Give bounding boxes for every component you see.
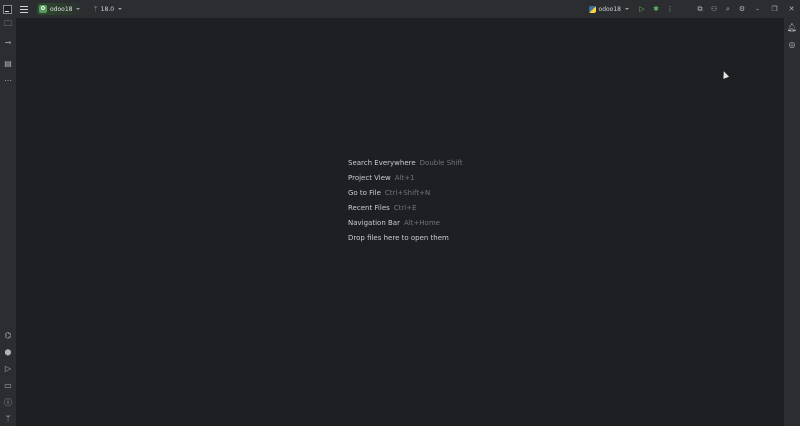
hint-recent-files: Recent Files Ctrl+E [348, 201, 463, 216]
project-badge: O [39, 5, 47, 13]
python-icon [588, 5, 596, 13]
hint-shortcut: Alt+1 [394, 174, 415, 182]
drop-files-label: Drop files here to open them [348, 234, 449, 242]
problems-icon[interactable]: ⓘ [0, 395, 16, 409]
project-widget[interactable]: O odoo18 [37, 3, 86, 15]
run-config-name: odoo18 [598, 5, 621, 13]
hint-shortcut: Alt+Home [403, 219, 440, 227]
title-bar: O odoo18 ᛘ 18.0 odoo18 ▷ ✱ ⋮ ⧉ ⚇ ⌕ ⚙ – ❐… [0, 0, 800, 18]
hint-label: Search Everywhere [348, 159, 416, 167]
terminal-icon[interactable]: ▭ [0, 378, 16, 392]
left-tool-strip: 🗀 ⊸ ▤ ⋯ ⌬ ⬢ ▷ ▭ ⓘ ᛘ [0, 18, 16, 426]
commit-icon[interactable]: ⊸ [0, 35, 16, 49]
hint-project-view: Project View Alt+1 [348, 171, 463, 186]
run-configuration-widget[interactable]: odoo18 [588, 5, 629, 13]
chevron-down-icon [76, 8, 81, 10]
code-with-me-icon[interactable]: ⧉ [693, 0, 707, 18]
notifications-icon[interactable]: 🔔︎ [784, 20, 800, 34]
run-tool-icon[interactable]: ▷ [0, 361, 16, 375]
hint-label: Go to File [348, 189, 381, 197]
hint-label: Navigation Bar [348, 219, 400, 227]
hint-search-everywhere: Search Everywhere Double Shift [348, 156, 463, 171]
more-vertical-icon[interactable]: ⋮ [663, 0, 677, 18]
git-icon[interactable]: ᛘ [0, 411, 16, 425]
branch-name: 18.0 [100, 5, 115, 13]
vcs-branch-widget[interactable]: ᛘ 18.0 [93, 5, 123, 13]
bug-icon[interactable]: ✱ [649, 0, 663, 18]
app-logo-icon [3, 4, 12, 14]
minimize-icon[interactable]: – [749, 0, 766, 18]
search-icon[interactable]: ⌕ [721, 0, 735, 18]
branch-icon: ᛘ [93, 5, 98, 13]
chevron-down-icon [118, 8, 123, 10]
right-tool-strip: 🔔︎ ◎ [784, 18, 800, 426]
hint-shortcut: Double Shift [419, 159, 463, 167]
hamburger-icon[interactable] [20, 5, 28, 13]
close-icon[interactable]: ✕ [783, 0, 800, 18]
hint-label: Recent Files [348, 204, 390, 212]
drop-files-hint: Drop files here to open them [348, 231, 463, 246]
more-tools-icon[interactable]: ⋯ [0, 73, 16, 87]
restore-icon[interactable]: ❐ [766, 0, 783, 18]
ai-assistant-icon[interactable]: ◎ [784, 37, 800, 51]
python-packages-icon[interactable]: ⌬ [0, 328, 16, 342]
chevron-down-icon [625, 8, 629, 10]
editor-empty-area[interactable]: Search Everywhere Double Shift Project Vi… [16, 18, 784, 426]
empty-editor-hints: Search Everywhere Double Shift Project Vi… [348, 156, 463, 246]
hint-shortcut: Ctrl+Shift+N [384, 189, 431, 197]
project-icon[interactable]: 🗀 [0, 18, 16, 32]
hint-label: Project View [348, 174, 391, 182]
structure-icon[interactable]: ▤ [0, 56, 16, 70]
services-icon[interactable]: ⬢ [0, 345, 16, 359]
ide-window: O odoo18 ᛘ 18.0 odoo18 ▷ ✱ ⋮ ⧉ ⚇ ⌕ ⚙ – ❐… [0, 0, 800, 426]
hint-shortcut: Ctrl+E [393, 204, 417, 212]
gear-icon[interactable]: ⚙ [735, 0, 749, 18]
play-icon[interactable]: ▷ [635, 0, 649, 18]
hint-navigation-bar: Navigation Bar Alt+Home [348, 216, 463, 231]
user-icon[interactable]: ⚇ [707, 0, 721, 18]
project-name: odoo18 [50, 5, 73, 13]
hint-go-to-file: Go to File Ctrl+Shift+N [348, 186, 463, 201]
